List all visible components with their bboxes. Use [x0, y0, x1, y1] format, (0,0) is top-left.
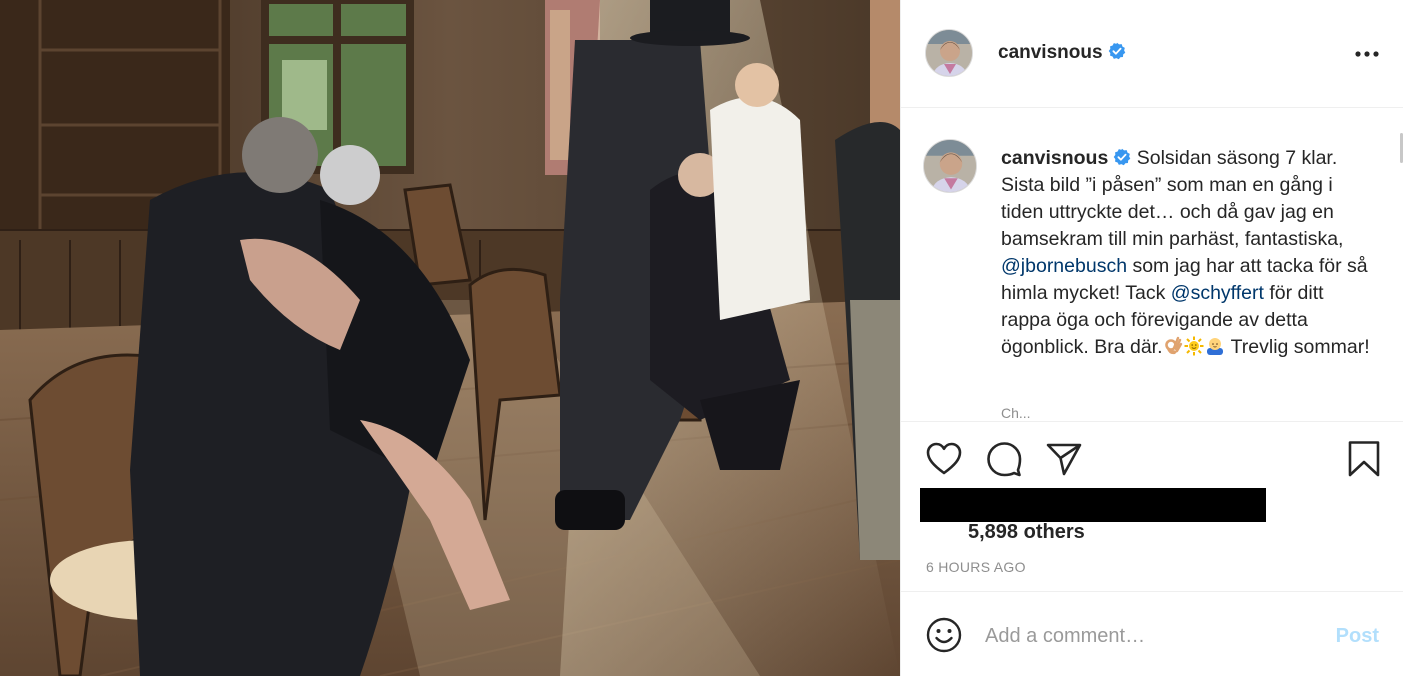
sun-emoji — [1184, 336, 1204, 356]
bookmark-icon[interactable] — [1345, 440, 1383, 478]
more-horizontal-icon[interactable] — [1353, 40, 1381, 68]
verified-badge-icon — [1114, 148, 1131, 166]
likes-redacted-block — [920, 488, 1266, 522]
caption-username[interactable]: canvisnous — [1001, 147, 1108, 169]
mention-link[interactable]: @jbornebusch — [1001, 255, 1127, 277]
baby-emoji — [1206, 338, 1223, 355]
post-sidebar: canvisnous canvisnous Solsidan säsong 7 … — [900, 0, 1403, 676]
mention-link[interactable]: @schyffert — [1171, 282, 1264, 304]
smiley-icon[interactable] — [925, 616, 963, 654]
header-username[interactable]: canvisnous — [998, 42, 1126, 64]
comment-icon[interactable] — [985, 440, 1023, 478]
post-photo-illustration — [0, 0, 900, 676]
post-comment-button[interactable]: Post — [1336, 625, 1379, 648]
avatar[interactable] — [925, 29, 973, 77]
header-username-text[interactable]: canvisnous — [998, 42, 1103, 63]
avatar-image — [926, 30, 972, 76]
comment-input[interactable] — [985, 620, 1315, 652]
caption-body-4: Trevlig sommar! — [1225, 336, 1370, 358]
post-header: canvisnous — [901, 0, 1403, 108]
heart-icon[interactable] — [925, 440, 963, 478]
post-image[interactable] — [0, 0, 900, 676]
caption-more[interactable]: Ch... — [1001, 405, 1031, 420]
likes-count[interactable]: 5,898 others — [968, 521, 1085, 544]
caption-avatar-image — [924, 140, 976, 192]
post-timestamp[interactable]: 6 HOURS AGO — [926, 559, 1026, 575]
caption-scrollbar[interactable] — [1399, 108, 1403, 420]
share-icon[interactable] — [1045, 440, 1083, 478]
ok-hand-emoji — [1164, 336, 1182, 355]
comment-bar: Post — [901, 591, 1403, 677]
verified-badge-icon — [1108, 42, 1125, 60]
caption-text: canvisnous Solsidan säsong 7 klar. Sista… — [1001, 145, 1371, 361]
caption-avatar[interactable] — [923, 139, 977, 193]
action-bar: 5,898 others 6 HOURS AGO — [901, 421, 1403, 592]
caption-section: canvisnous Solsidan säsong 7 klar. Sista… — [901, 108, 1403, 420]
